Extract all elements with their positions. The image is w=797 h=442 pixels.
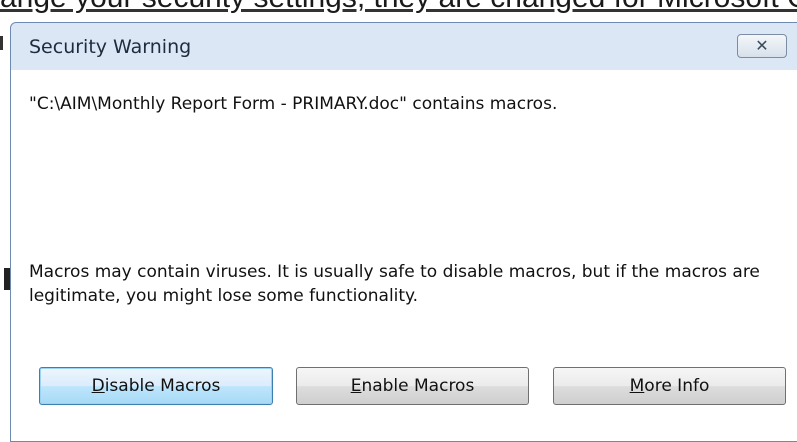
macro-file-message: "C:\AIM\Monthly Report Form - PRIMARY.do…: [29, 94, 558, 114]
background-document-text: ange your security settings, they are ch…: [0, 0, 797, 15]
macro-virus-warning: Macros may contain viruses. It is usuall…: [29, 262, 760, 306]
dialog-titlebar[interactable]: Security Warning ✕: [11, 23, 797, 70]
background-text-fragment: [0, 36, 3, 50]
disable-macros-accelerator: D: [91, 376, 105, 396]
more-info-label: ore Info: [644, 376, 710, 396]
disable-macros-button[interactable]: Disable Macros: [39, 367, 273, 405]
enable-macros-button[interactable]: Enable Macros: [296, 367, 529, 405]
close-icon: ✕: [755, 36, 769, 55]
more-info-button[interactable]: More Info: [553, 367, 786, 405]
enable-macros-label: nable Macros: [361, 376, 475, 396]
more-info-accelerator: M: [629, 376, 645, 396]
enable-macros-accelerator: E: [350, 376, 362, 396]
security-warning-dialog: Security Warning ✕ "C:\AIM\Monthly Repor…: [10, 22, 797, 442]
close-button[interactable]: ✕: [737, 34, 787, 58]
disable-macros-label: isable Macros: [104, 376, 221, 396]
dialog-content: "C:\AIM\Monthly Report Form - PRIMARY.do…: [11, 70, 797, 441]
dialog-title: Security Warning: [29, 36, 192, 58]
